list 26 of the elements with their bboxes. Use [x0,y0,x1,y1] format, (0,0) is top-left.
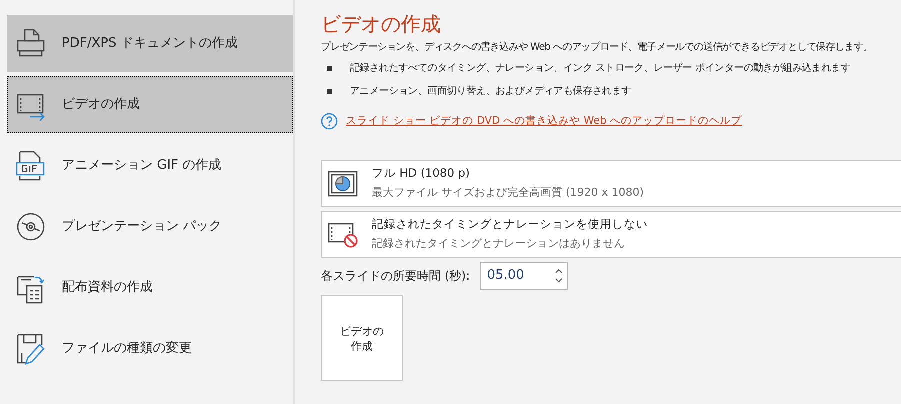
gif-file-icon [16,150,46,182]
duration-label: 各スライドの所要時間 (秒): [321,268,470,285]
monitor-chart-icon [328,170,358,196]
printer-icon [16,28,46,60]
help-icon [321,113,338,130]
dropdown[interactable]: 記録されたタイミングとナレーションを使用しない 記録されたタイミングとナレーションはありません [321,211,901,258]
bullet-text: アニメーション、画面切り替え、およびメディアも保存されます [350,84,632,99]
sidebar-item[interactable]: 配布資料の作成 [7,259,293,316]
duration-spinner[interactable]: 05.00 [480,262,568,290]
create-video-button[interactable]: ビデオの 作成 [321,295,403,381]
sidebar-item[interactable]: ファイルの種類の変更 [7,320,293,377]
sidebar-item[interactable]: ビデオの作成 [7,76,293,133]
help-link[interactable]: スライド ショー ビデオの DVD への書き込みや Web へのアップロードのヘルプ [346,114,742,130]
sidebar-item[interactable]: プレゼンテーション パック [7,198,293,255]
film-prohibited-icon [328,222,358,248]
dropdown[interactable]: フル HD (1080 p) 最大ファイル サイズおよび完全高画質 (1920 x 1080) [321,160,901,207]
sidebar-item[interactable]: PDF/XPS ドキュメントの作成 [7,15,293,72]
bullet-text: 記録されたすべてのタイミング、ナレーション、インク ストローク、レーザー ポインターの動きが組み込まれます [350,62,850,76]
save-pencil-icon [16,332,46,364]
page-title: ビデオの作成 [321,12,442,36]
spinner-arrows-icon [555,268,564,284]
description-text: プレゼンテーションを、ディスクへの書き込みや Web へのアップロード、電子メールでの送信ができるビデオとして保存します。 [321,40,874,55]
sidebar-item[interactable]: アニメーション GIF の作成 [7,137,293,194]
bullet-icon [327,66,332,71]
disc-icon [16,210,46,242]
bullet-icon [327,89,332,94]
